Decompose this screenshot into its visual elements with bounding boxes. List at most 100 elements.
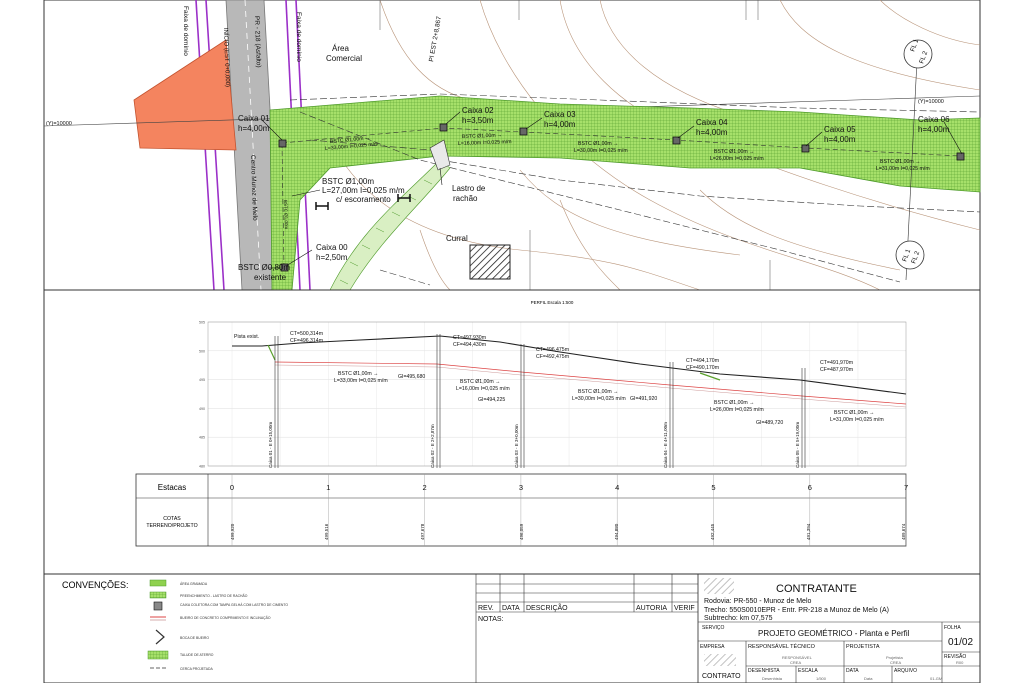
rev-header: REV. (478, 605, 494, 612)
box-height: h=4,00m (918, 125, 950, 134)
box-name: Caixa 06 (918, 115, 950, 124)
cota-label: 492,445 (710, 523, 715, 540)
legend-item: CERCA PROJETADA (180, 667, 213, 671)
cf-label: CF=487,970m (820, 367, 853, 373)
cota-label: 497,678 (420, 523, 425, 540)
pipe-profile-label: BSTC Ø1,00m → (338, 371, 378, 377)
cota-label: 494,880 (614, 523, 619, 540)
rev-header: DESCRIÇÃO (526, 603, 568, 612)
ct-label: CT=497,930m (453, 335, 486, 341)
estaca-label: 4 (615, 483, 619, 492)
y-tick-label: 500 (199, 349, 205, 353)
callout-b-line: BSTC Ø0,80m (238, 263, 290, 272)
callout-a-line: L=27,00m I=0,025 m/m (322, 186, 405, 195)
pipe-profile-label: L=33,00m I=0,025 m/m (334, 378, 388, 384)
box-height: h=4,00m (824, 135, 856, 144)
escala-value: 1/500 (816, 676, 827, 681)
trecho-line: Trecho: 550S0010EPR - Entr. PR-218 a Mun… (704, 607, 889, 614)
label-area2: Comercial (326, 54, 362, 63)
label-lastro1: Lastro de (452, 184, 486, 193)
cota-label: 499,516 (324, 523, 329, 540)
cota-label: 489,674 (901, 523, 906, 540)
pipe-profile-label: BSTC Ø1,00m → (834, 410, 874, 416)
y-tick-label: 480 (199, 465, 205, 469)
cotas-label: COTAS (163, 516, 181, 522)
box-vertical-label: Caixa 02 - E 2+2,87m (430, 424, 435, 468)
notes-label: NOTAS: (478, 616, 504, 623)
contratante-logo (704, 578, 734, 594)
gi-label: GI=491,920 (630, 396, 657, 402)
cota-label: 491,394 (806, 523, 811, 540)
y-tick-label: 490 (199, 407, 205, 411)
box-vertical-label: Caixa 05 - E 5+19,00m (795, 422, 800, 468)
empresa-logo (704, 654, 736, 666)
label-faixa-right: Faixa de domínio (295, 12, 302, 62)
pipe-profile-label: L=31,00m I=0,025 m/m (830, 417, 884, 423)
pipe-profile-label: L=26,00m I=0,025 m/m (710, 407, 764, 413)
label-lastro2: rachão (453, 194, 478, 203)
label-faixa-left: Faixa de domínio (182, 6, 189, 56)
ct-label: CT=500,314m (290, 331, 323, 337)
estaca-label: 5 (711, 483, 715, 492)
gi-label: GI=494,225 (478, 397, 505, 403)
label-area1: Área (332, 44, 349, 53)
label-curral: Curral (446, 234, 468, 243)
cf-label: CF=494,430m (453, 342, 486, 348)
cotas-label-2: TERRENO/PROJETO (146, 523, 197, 529)
estaca-label: 0 (230, 483, 234, 492)
estacas-label: Estacas (158, 483, 186, 492)
box-vertical-label: Caixa 03 - E 3+0,00m (514, 424, 519, 468)
small-pipe-label: BSTC Ø1,00m (283, 200, 289, 230)
profile-title: PERFIL Escala 1:500 (531, 300, 574, 305)
subtrecho-line: Subtrecho: km 07,575 (704, 615, 773, 622)
legend-title: CONVENÇÕES: (62, 580, 129, 590)
y-tick-label: 505 (199, 321, 205, 325)
servico-label: SERVIÇO (702, 625, 725, 631)
box-height: h=4,00m (696, 128, 728, 137)
ct-label: CT=491,970m (820, 360, 853, 366)
pipe-label: BSTC Ø1,00m → (578, 141, 618, 147)
legend-grass-swatch (149, 579, 167, 587)
resp-label: RESPONSÁVEL TÉCNICO (748, 643, 816, 650)
pipe-label: BSTC Ø1,00m → (880, 159, 920, 165)
drawing-sheet: Faixa de domínio Faixa de domínio PR - 2… (43, 0, 981, 683)
data-value: Data (864, 676, 873, 681)
folha-value: 01/02 (948, 637, 973, 648)
box-name: Caixa 03 (544, 110, 576, 119)
desenhista-label: DESENHISTA (748, 668, 780, 674)
y-tick-label: 485 (199, 436, 205, 440)
cota-label: 496,059 (519, 523, 524, 540)
projetista-value-2: CREA (890, 660, 901, 665)
callout-a-line: c/ escoramento (336, 195, 391, 204)
legend-item: BOCA DE BUEIRO (180, 636, 209, 640)
projetista-label: PROJETISTA (846, 644, 880, 650)
estaca-label: 2 (423, 483, 427, 492)
box-name: Caixa 04 (696, 118, 728, 127)
legend-item: CAIXA COLETORA COM TAMPA GELHÁ COM LASTR… (180, 603, 288, 607)
gi-label: GI=489,720 (756, 420, 783, 426)
legend-caixa-swatch (153, 601, 163, 611)
revisao-label: REVISÃO (944, 653, 966, 660)
cota-label: 499,920 (230, 523, 235, 540)
callout-b-line: existente (254, 273, 287, 282)
box-name: Caixa 02 (462, 106, 494, 115)
pipe-label: L=31,00m I=0,025 m/m (876, 166, 930, 172)
folha-label: FOLHA (944, 625, 961, 631)
legend-talude-swatch (147, 650, 169, 660)
box-vertical-label: Caixa 01 - E 0+15,00m (268, 422, 273, 468)
cf-label: CF=490,170m (686, 365, 719, 371)
label-y-left: (Y)=10000 (46, 121, 72, 127)
cf-label: CF=492,475m (536, 354, 569, 360)
legend-item: ÁREA GRAMADA (180, 582, 208, 586)
contrato-label: CONTRATO (702, 673, 741, 680)
arquivo-label: ARQUIVO (894, 668, 917, 674)
legend-item: TALUDE DE ATERRO (180, 653, 214, 657)
pipe-profile-label: L=30,00m I=0,025 m/m (572, 396, 626, 402)
gi-label: GI=495,680 (398, 374, 425, 380)
desenhista-value: Desenhista (762, 676, 783, 681)
ct-label: CT=496,475m (536, 347, 569, 353)
pipe-profile-label: BSTC Ø1,00m → (714, 400, 754, 406)
pipe-label: BSTC Ø1,00m → (714, 149, 754, 155)
resp-value-2: CREA (790, 660, 801, 665)
box-name: Caixa 00 (316, 243, 348, 252)
